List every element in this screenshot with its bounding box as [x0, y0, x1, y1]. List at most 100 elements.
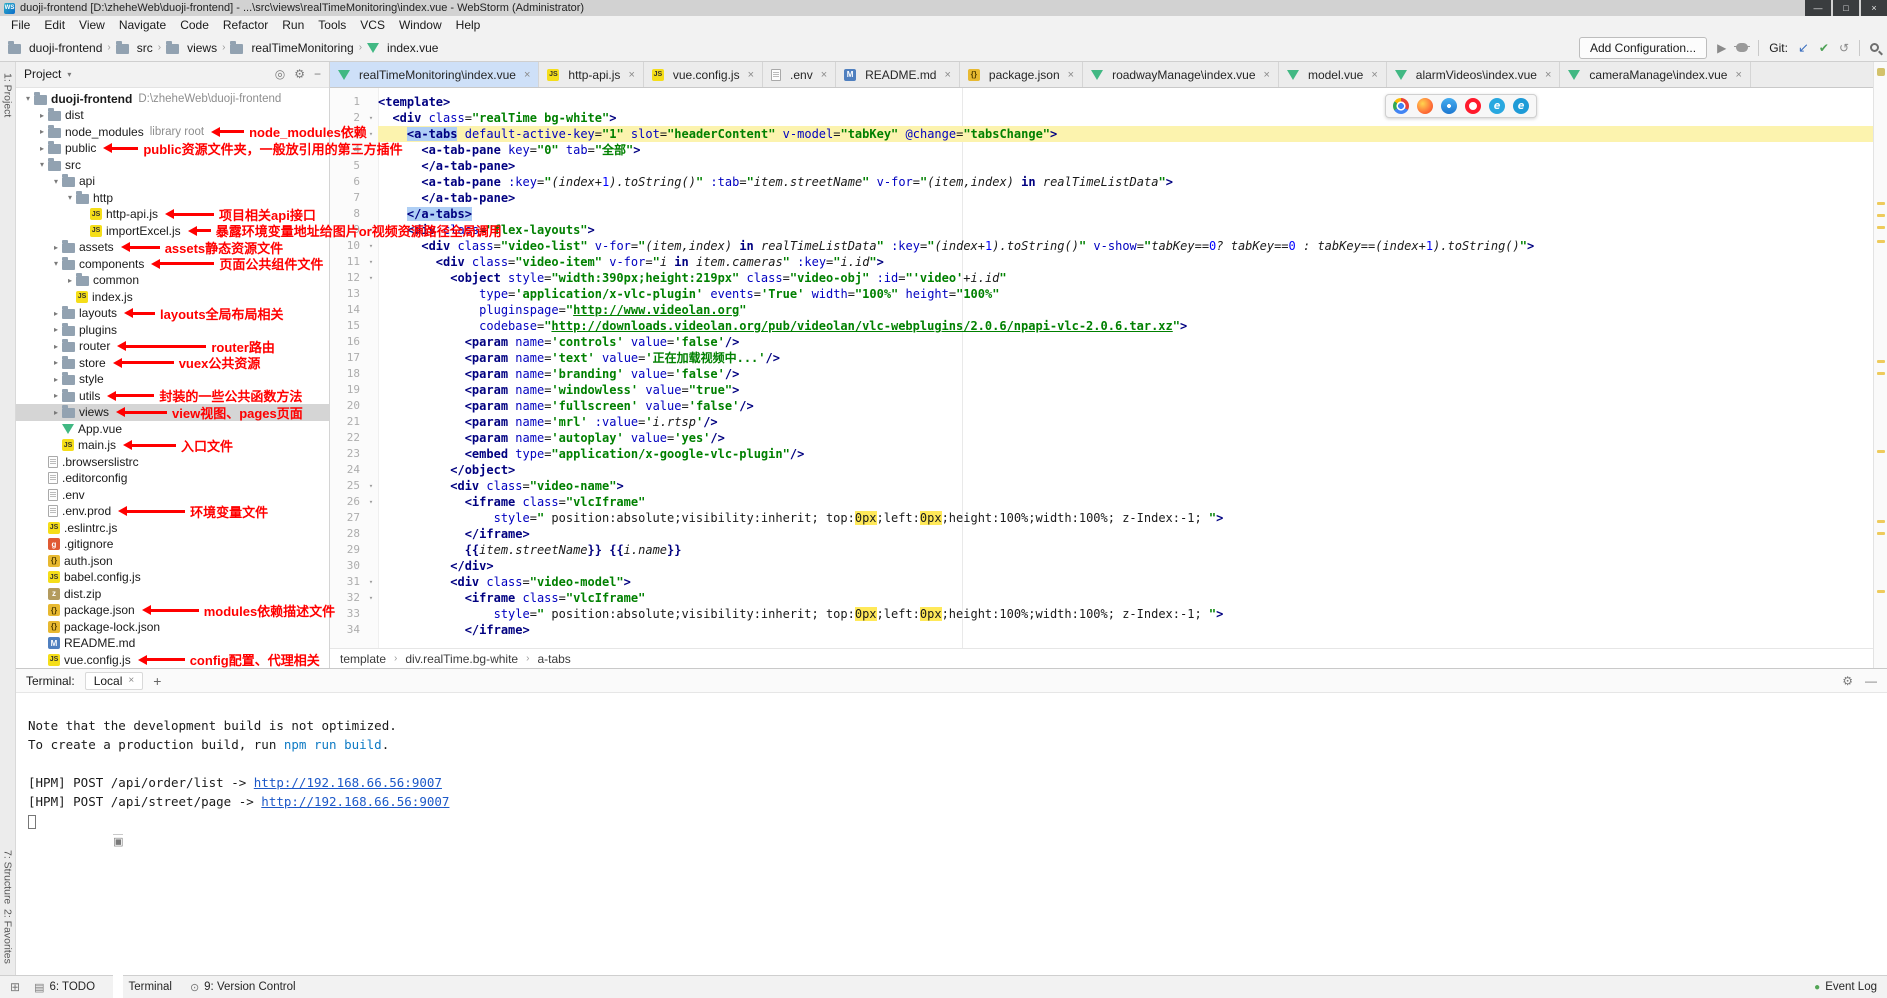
code-line[interactable]: 29 {{item.streetName}} {{i.name}}	[330, 542, 1873, 558]
statusbar-6-todo[interactable]: ▤6: TODO	[34, 981, 95, 994]
tree-item-src[interactable]: ▾src	[16, 157, 329, 174]
menu-code[interactable]: Code	[173, 18, 216, 32]
close-icon[interactable]: ×	[1545, 69, 1551, 81]
minimize-button[interactable]: —	[1805, 0, 1831, 16]
chevron-right-icon[interactable]: ▸	[50, 375, 62, 384]
menu-file[interactable]: File	[4, 18, 37, 32]
tree-item-main-js[interactable]: JSmain.js入口文件	[16, 437, 329, 454]
firefox-icon[interactable]	[1417, 98, 1433, 114]
run-icon[interactable]: ▶	[1717, 42, 1726, 54]
code-line[interactable]: 1<template>	[330, 94, 1873, 110]
warning-mark[interactable]	[1877, 450, 1885, 453]
menu-run[interactable]: Run	[275, 18, 311, 32]
code-line[interactable]: 16 <param name='controls' value='false'/…	[330, 334, 1873, 350]
editor-tab-realtimemonitoring-index-vue[interactable]: realTimeMonitoring\index.vue×	[330, 62, 539, 87]
chevron-right-icon[interactable]: ▸	[50, 358, 62, 367]
code-line[interactable]: 17 <param name='text' value='正在加载视频中...'…	[330, 350, 1873, 366]
tree-item-index-js[interactable]: JSindex.js	[16, 289, 329, 306]
warning-mark[interactable]	[1877, 202, 1885, 205]
code-line[interactable]: 15 codebase="http://downloads.videolan.o…	[330, 318, 1873, 334]
tree-item-package-json[interactable]: {}package.jsonmodules依赖描述文件	[16, 602, 329, 619]
chevron-down-icon[interactable]: ▾	[36, 160, 48, 169]
tree-item-http-api-js[interactable]: JShttp-api.js项目相关api接口	[16, 206, 329, 223]
tree-item-app-vue[interactable]: App.vue	[16, 421, 329, 438]
code-line[interactable]: 21 <param name='mrl' :value='i.rtsp'/>	[330, 414, 1873, 430]
menu-navigate[interactable]: Navigate	[112, 18, 173, 32]
warning-mark[interactable]	[1877, 226, 1885, 229]
tree-item-views[interactable]: ▸viewsview视图、pages页面	[16, 404, 329, 421]
terminal-output[interactable]: Note that the development build is not o…	[16, 693, 1887, 975]
tree-item-public[interactable]: ▸publicpublic资源文件夹，一般放引用的第三方插件	[16, 140, 329, 157]
editor-tab-roadwaymanage-index-vue[interactable]: roadwayManage\index.vue×	[1083, 62, 1279, 87]
tree-item-readme-md[interactable]: MREADME.md	[16, 635, 329, 652]
editor-breadcrumb-template[interactable]: template	[340, 652, 386, 666]
edge-icon[interactable]: e	[1513, 98, 1529, 114]
tree-item-utils[interactable]: ▸utils封装的一些公共函数方法	[16, 388, 329, 405]
terminal-settings-icon[interactable]: ⚙	[1842, 674, 1853, 688]
chevron-down-icon[interactable]: ▾	[67, 70, 71, 79]
code-line[interactable]: 33 style=" position:absolute;visibility:…	[330, 606, 1873, 622]
tree-item-editorconfig[interactable]: .editorconfig	[16, 470, 329, 487]
warning-mark[interactable]	[1877, 520, 1885, 523]
tree-item-router[interactable]: ▸routerrouter路由	[16, 338, 329, 355]
tree-item-node-modules[interactable]: ▸node_moduleslibrary rootnode_modules依赖	[16, 124, 329, 141]
git-commit-icon[interactable]: ✔	[1819, 42, 1829, 54]
close-icon[interactable]: ×	[128, 675, 134, 686]
code-line[interactable]: 9▾ <div class="flex-layouts">	[330, 222, 1873, 238]
code-line[interactable]: 2▾ <div class="realTime bg-white">	[330, 110, 1873, 126]
close-icon[interactable]: ×	[628, 69, 634, 81]
chrome-icon[interactable]	[1393, 98, 1409, 114]
editor-breadcrumb-a-tabs[interactable]: a-tabs	[537, 652, 570, 666]
code-line[interactable]: 32▾ <iframe class="vlcIframe"	[330, 590, 1873, 606]
tree-item-gitignore[interactable]: g.gitignore	[16, 536, 329, 553]
terminal-link[interactable]: http://192.168.66.56:9007	[261, 794, 449, 809]
tree-item-common[interactable]: ▸common	[16, 272, 329, 289]
code-line[interactable]: 18 <param name='branding' value='false'/…	[330, 366, 1873, 382]
menu-refactor[interactable]: Refactor	[216, 18, 275, 32]
chevron-down-icon[interactable]: ▾	[22, 94, 34, 103]
editor-tab-alarmvideos-index-vue[interactable]: alarmVideos\index.vue×	[1387, 62, 1561, 87]
tree-item-http[interactable]: ▾http	[16, 190, 329, 207]
chevron-right-icon[interactable]: ▸	[50, 243, 62, 252]
search-everywhere-icon[interactable]	[1870, 43, 1879, 52]
code-line[interactable]: 7 </a-tab-pane>	[330, 190, 1873, 206]
warning-mark[interactable]	[1877, 360, 1885, 363]
breadcrumb-realtimemonitoring[interactable]: realTimeMonitoring	[230, 41, 353, 55]
error-stripe[interactable]	[1873, 62, 1887, 668]
menu-edit[interactable]: Edit	[37, 18, 72, 32]
code-line[interactable]: 3▾ <a-tabs default-active-key="1" slot="…	[330, 126, 1873, 142]
chevron-down-icon[interactable]: ▾	[50, 259, 62, 268]
git-rollback-icon[interactable]: ↺	[1839, 42, 1849, 54]
statusbar-event-log[interactable]: ●Event Log	[1814, 981, 1877, 993]
code-line[interactable]: 5 </a-tab-pane>	[330, 158, 1873, 174]
close-icon[interactable]: ×	[1735, 69, 1741, 81]
menu-window[interactable]: Window	[392, 18, 449, 32]
inspections-indicator-icon[interactable]	[1877, 68, 1885, 76]
fold-icon[interactable]: ▾	[364, 478, 378, 494]
code-line[interactable]: 11▾ <div class="video-item" v-for="i in …	[330, 254, 1873, 270]
collapse-icon[interactable]: −	[314, 67, 321, 81]
tree-item-style[interactable]: ▸style	[16, 371, 329, 388]
chevron-right-icon[interactable]: ▸	[36, 111, 48, 120]
project-panel-title[interactable]: Project	[24, 67, 61, 81]
statusbar-9-version-control[interactable]: ⊙9: Version Control	[190, 981, 296, 994]
ie-icon[interactable]: e	[1489, 98, 1505, 114]
warning-mark[interactable]	[1877, 214, 1885, 217]
code-line[interactable]: 24 </object>	[330, 462, 1873, 478]
code-line[interactable]: 34 </iframe>	[330, 622, 1873, 638]
close-icon[interactable]: ×	[1371, 69, 1377, 81]
chevron-right-icon[interactable]: ▸	[50, 408, 62, 417]
breadcrumb-src[interactable]: src	[116, 41, 153, 55]
tree-item-env-prod[interactable]: .env.prod环境变量文件	[16, 503, 329, 520]
code-line[interactable]: 31▾ <div class="video-model">	[330, 574, 1873, 590]
close-button[interactable]: ×	[1861, 0, 1887, 16]
code-line[interactable]: 27 style=" position:absolute;visibility:…	[330, 510, 1873, 526]
warning-mark[interactable]	[1877, 590, 1885, 593]
fold-icon[interactable]: ▾	[364, 238, 378, 254]
code-line[interactable]: 28 </iframe>	[330, 526, 1873, 542]
git-update-icon[interactable]: ↙	[1798, 41, 1809, 54]
close-icon[interactable]: ×	[748, 69, 754, 81]
tool-button-7-structure[interactable]: 7: Structure	[2, 850, 14, 904]
tree-item-env[interactable]: .env	[16, 487, 329, 504]
locate-icon[interactable]: ◎	[275, 67, 285, 81]
